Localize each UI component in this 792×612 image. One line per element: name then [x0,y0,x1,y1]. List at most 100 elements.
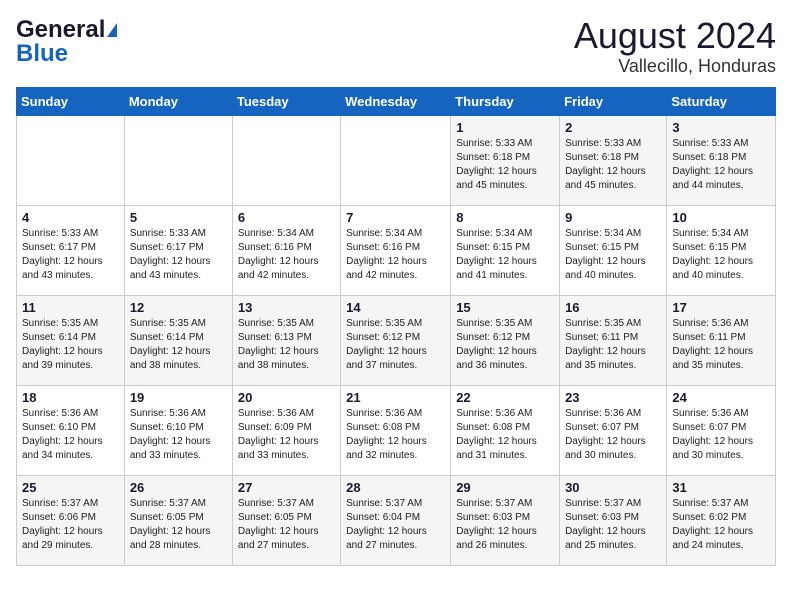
day-info: Sunrise: 5:34 AM Sunset: 6:15 PM Dayligh… [565,227,661,283]
page-header: General Blue August 2024 Vallecillo, Hon… [16,16,776,77]
day-info: Sunrise: 5:34 AM Sunset: 6:16 PM Dayligh… [346,227,445,283]
day-info: Sunrise: 5:36 AM Sunset: 6:07 PM Dayligh… [672,407,770,463]
calendar-cell-w4-d6: 23 Sunrise: 5:36 AM Sunset: 6:07 PM Dayli… [560,385,667,475]
calendar-cell-w2-d5: 8Sunrise: 5:34 AM Sunset: 6:15 PM Daylig… [451,205,560,295]
day-number: 17 [672,300,770,315]
calendar-week-4: 18 Sunrise: 5:36 AM Sunset: 6:10 PM Dayli… [17,385,776,475]
day-number: 13 [238,300,335,315]
day-number: 3 [672,120,770,135]
page-title: August 2024 [574,16,776,56]
calendar-cell-w5-d4: 28 Sunrise: 5:37 AM Sunset: 6:04 PM Dayli… [341,475,451,565]
day-info: Sunrise: 5:33 AM Sunset: 6:18 PM Dayligh… [672,137,770,193]
day-number: 21 [346,390,445,405]
day-info: Sunrise: 5:36 AM Sunset: 6:10 PM Dayligh… [130,407,227,463]
calendar-week-2: 4 Sunrise: 5:33 AM Sunset: 6:17 PM Daylig… [17,205,776,295]
calendar-cell-w1-d2 [124,115,232,205]
day-number: 1 [456,120,554,135]
day-info: Sunrise: 5:36 AM Sunset: 6:11 PM Dayligh… [672,317,770,373]
day-number: 19 [130,390,227,405]
day-number: 4 [22,210,119,225]
col-wednesday: Wednesday [341,87,451,115]
calendar-cell-w2-d7: 10Sunrise: 5:34 AM Sunset: 6:15 PM Dayli… [667,205,776,295]
calendar-cell-w2-d3: 6Sunrise: 5:34 AM Sunset: 6:16 PM Daylig… [232,205,340,295]
day-number: 15 [456,300,554,315]
day-info: Sunrise: 5:33 AM Sunset: 6:17 PM Dayligh… [22,227,119,283]
calendar-cell-w2-d4: 7 Sunrise: 5:34 AM Sunset: 6:16 PM Daylig… [341,205,451,295]
day-info: Sunrise: 5:34 AM Sunset: 6:15 PM Dayligh… [672,227,770,283]
calendar-cell-w4-d5: 22 Sunrise: 5:36 AM Sunset: 6:08 PM Dayli… [451,385,560,475]
col-thursday: Thursday [451,87,560,115]
col-monday: Monday [124,87,232,115]
calendar-cell-w1-d7: 3 Sunrise: 5:33 AM Sunset: 6:18 PM Daylig… [667,115,776,205]
calendar-cell-w1-d4 [341,115,451,205]
calendar-cell-w1-d5: 1 Sunrise: 5:33 AM Sunset: 6:18 PM Daylig… [451,115,560,205]
day-number: 20 [238,390,335,405]
calendar-cell-w5-d7: 31 Sunrise: 5:37 AM Sunset: 6:02 PM Dayli… [667,475,776,565]
calendar-cell-w1-d1 [17,115,125,205]
day-info: Sunrise: 5:33 AM Sunset: 6:17 PM Dayligh… [130,227,227,283]
col-tuesday: Tuesday [232,87,340,115]
day-info: Sunrise: 5:35 AM Sunset: 6:14 PM Dayligh… [130,317,227,373]
day-number: 5 [130,210,227,225]
calendar-cell-w3-d5: 15 Sunrise: 5:35 AM Sunset: 6:12 PM Dayli… [451,295,560,385]
day-number: 23 [565,390,661,405]
logo-triangle-icon [107,23,117,37]
calendar-cell-w4-d7: 24Sunrise: 5:36 AM Sunset: 6:07 PM Dayli… [667,385,776,475]
day-info: Sunrise: 5:33 AM Sunset: 6:18 PM Dayligh… [456,137,554,193]
day-number: 31 [672,480,770,495]
calendar-cell-w3-d1: 11Sunrise: 5:35 AM Sunset: 6:14 PM Dayli… [17,295,125,385]
calendar-week-1: 1 Sunrise: 5:33 AM Sunset: 6:18 PM Daylig… [17,115,776,205]
day-number: 9 [565,210,661,225]
day-info: Sunrise: 5:36 AM Sunset: 6:08 PM Dayligh… [456,407,554,463]
calendar-header-row: Sunday Monday Tuesday Wednesday Thursday… [17,87,776,115]
day-info: Sunrise: 5:37 AM Sunset: 6:05 PM Dayligh… [130,497,227,553]
calendar-cell-w3-d6: 16Sunrise: 5:35 AM Sunset: 6:11 PM Dayli… [560,295,667,385]
calendar-cell-w5-d5: 29 Sunrise: 5:37 AM Sunset: 6:03 PM Dayli… [451,475,560,565]
calendar-cell-w4-d1: 18Sunrise: 5:36 AM Sunset: 6:10 PM Dayli… [17,385,125,475]
calendar-cell-w4-d4: 21 Sunrise: 5:36 AM Sunset: 6:08 PM Dayli… [341,385,451,475]
calendar-cell-w2-d1: 4 Sunrise: 5:33 AM Sunset: 6:17 PM Daylig… [17,205,125,295]
day-number: 6 [238,210,335,225]
day-info: Sunrise: 5:37 AM Sunset: 6:03 PM Dayligh… [565,497,661,553]
day-number: 14 [346,300,445,315]
day-number: 12 [130,300,227,315]
day-number: 28 [346,480,445,495]
day-number: 22 [456,390,554,405]
day-info: Sunrise: 5:33 AM Sunset: 6:18 PM Dayligh… [565,137,661,193]
day-info: Sunrise: 5:35 AM Sunset: 6:13 PM Dayligh… [238,317,335,373]
day-number: 2 [565,120,661,135]
day-info: Sunrise: 5:36 AM Sunset: 6:08 PM Dayligh… [346,407,445,463]
calendar-cell-w4-d2: 19 Sunrise: 5:36 AM Sunset: 6:10 PM Dayli… [124,385,232,475]
calendar-week-5: 25 Sunrise: 5:37 AM Sunset: 6:06 PM Dayli… [17,475,776,565]
day-info: Sunrise: 5:37 AM Sunset: 6:05 PM Dayligh… [238,497,335,553]
calendar-cell-w3-d4: 14 Sunrise: 5:35 AM Sunset: 6:12 PM Dayli… [341,295,451,385]
calendar-cell-w1-d3 [232,115,340,205]
calendar-cell-w2-d6: 9 Sunrise: 5:34 AM Sunset: 6:15 PM Daylig… [560,205,667,295]
day-number: 26 [130,480,227,495]
calendar-cell-w3-d2: 12 Sunrise: 5:35 AM Sunset: 6:14 PM Dayli… [124,295,232,385]
day-number: 8 [456,210,554,225]
day-info: Sunrise: 5:37 AM Sunset: 6:03 PM Dayligh… [456,497,554,553]
day-number: 16 [565,300,661,315]
day-info: Sunrise: 5:36 AM Sunset: 6:09 PM Dayligh… [238,407,335,463]
col-friday: Friday [560,87,667,115]
day-number: 29 [456,480,554,495]
day-number: 25 [22,480,119,495]
day-info: Sunrise: 5:37 AM Sunset: 6:02 PM Dayligh… [672,497,770,553]
day-info: Sunrise: 5:37 AM Sunset: 6:04 PM Dayligh… [346,497,445,553]
day-number: 18 [22,390,119,405]
page-subtitle: Vallecillo, Honduras [574,56,776,77]
day-info: Sunrise: 5:36 AM Sunset: 6:07 PM Dayligh… [565,407,661,463]
day-number: 11 [22,300,119,315]
col-saturday: Saturday [667,87,776,115]
calendar-cell-w4-d3: 20 Sunrise: 5:36 AM Sunset: 6:09 PM Dayli… [232,385,340,475]
day-info: Sunrise: 5:35 AM Sunset: 6:12 PM Dayligh… [346,317,445,373]
calendar-cell-w2-d2: 5 Sunrise: 5:33 AM Sunset: 6:17 PM Daylig… [124,205,232,295]
logo-blue: Blue [16,40,68,68]
day-number: 27 [238,480,335,495]
calendar-cell-w5-d6: 30 Sunrise: 5:37 AM Sunset: 6:03 PM Dayli… [560,475,667,565]
day-number: 30 [565,480,661,495]
day-info: Sunrise: 5:35 AM Sunset: 6:12 PM Dayligh… [456,317,554,373]
day-info: Sunrise: 5:37 AM Sunset: 6:06 PM Dayligh… [22,497,119,553]
day-number: 7 [346,210,445,225]
